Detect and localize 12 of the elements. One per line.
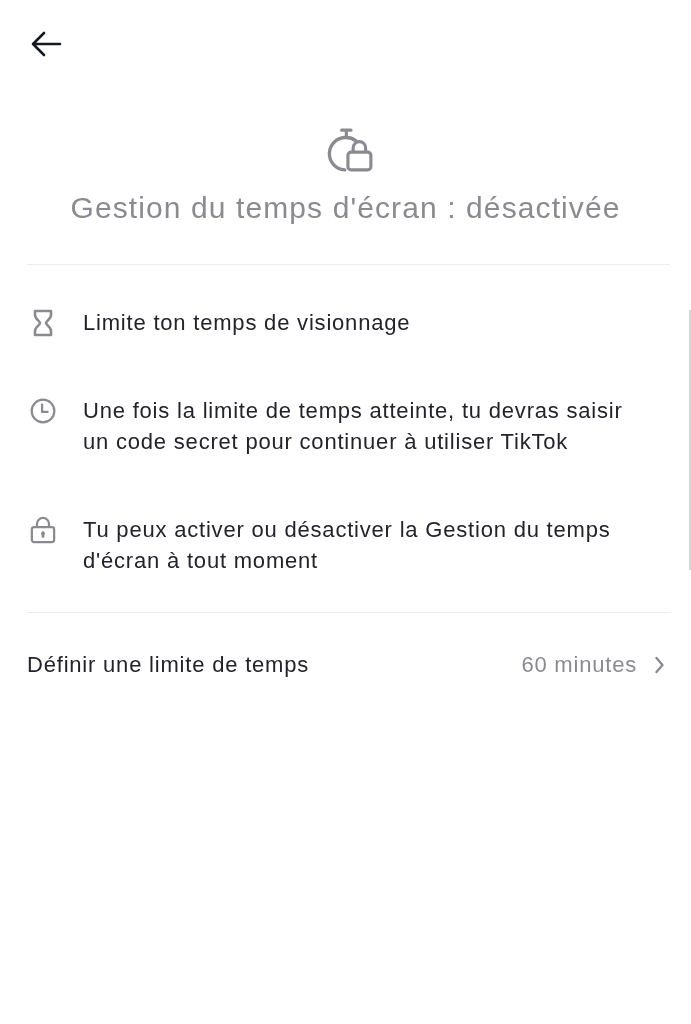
stopwatch-lock-icon xyxy=(325,128,374,172)
clock-icon xyxy=(30,397,56,425)
time-limit-value: 60 minutes xyxy=(521,652,637,678)
feature-description: Tu peux activer ou désactiver la Gestion du temps d'écran à tout moment xyxy=(83,516,612,575)
screen-time-status-title: Gestion du temps d'écran : désactivée xyxy=(70,190,621,226)
back-arrow-icon xyxy=(30,30,62,58)
time-limit-row[interactable]: Définir une limite de temps 60 minutes xyxy=(0,613,691,717)
feature-description: Une fois la limite de temps atteinte, tu devras saisir un code secret pour continuer à utiliser TikTok xyxy=(83,397,624,456)
feature-description: Limite ton temps de visionnage xyxy=(83,309,412,337)
time-limit-label: Définir une limite de temps xyxy=(27,652,311,678)
chevron-right-icon xyxy=(654,656,665,674)
padlock-icon xyxy=(30,516,56,544)
